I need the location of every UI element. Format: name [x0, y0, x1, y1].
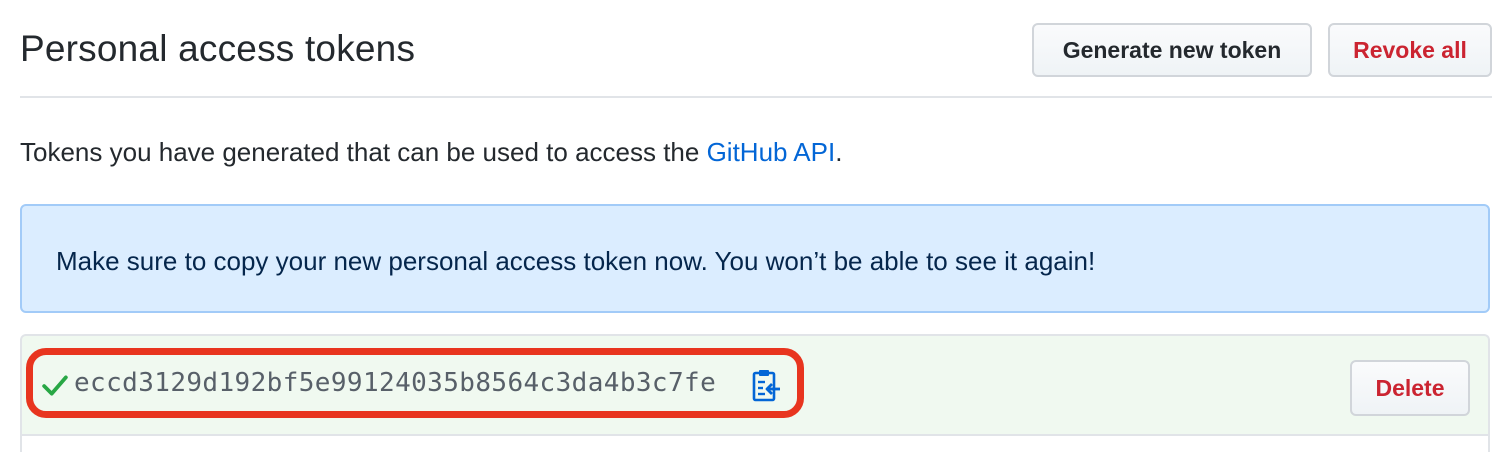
tokens-description: Tokens you have generated that can be us… [20, 137, 842, 168]
copy-token-notice: Make sure to copy your new personal acce… [20, 204, 1490, 313]
check-icon [42, 375, 68, 396]
description-prefix: Tokens you have generated that can be us… [20, 137, 707, 167]
new-token-row: eccd3129d192bf5e99124035b8564c3da4b3c7fe… [20, 334, 1490, 452]
page: Personal access tokens Generate new toke… [0, 0, 1512, 452]
github-api-link[interactable]: GitHub API [707, 137, 836, 167]
generate-new-token-button[interactable]: Generate new token [1032, 23, 1312, 77]
notice-message: Make sure to copy your new personal acce… [56, 246, 1096, 276]
delete-token-button[interactable]: Delete [1350, 360, 1470, 416]
clipboard-icon[interactable] [752, 368, 782, 402]
revoke-all-button[interactable]: Revoke all [1328, 23, 1492, 77]
page-title: Personal access tokens [20, 28, 416, 69]
description-suffix: . [835, 137, 843, 167]
token-value[interactable]: eccd3129d192bf5e99124035b8564c3da4b3c7fe [74, 368, 716, 398]
page-header: Personal access tokens Generate new toke… [20, 0, 1492, 98]
next-row-area [22, 436, 1488, 452]
